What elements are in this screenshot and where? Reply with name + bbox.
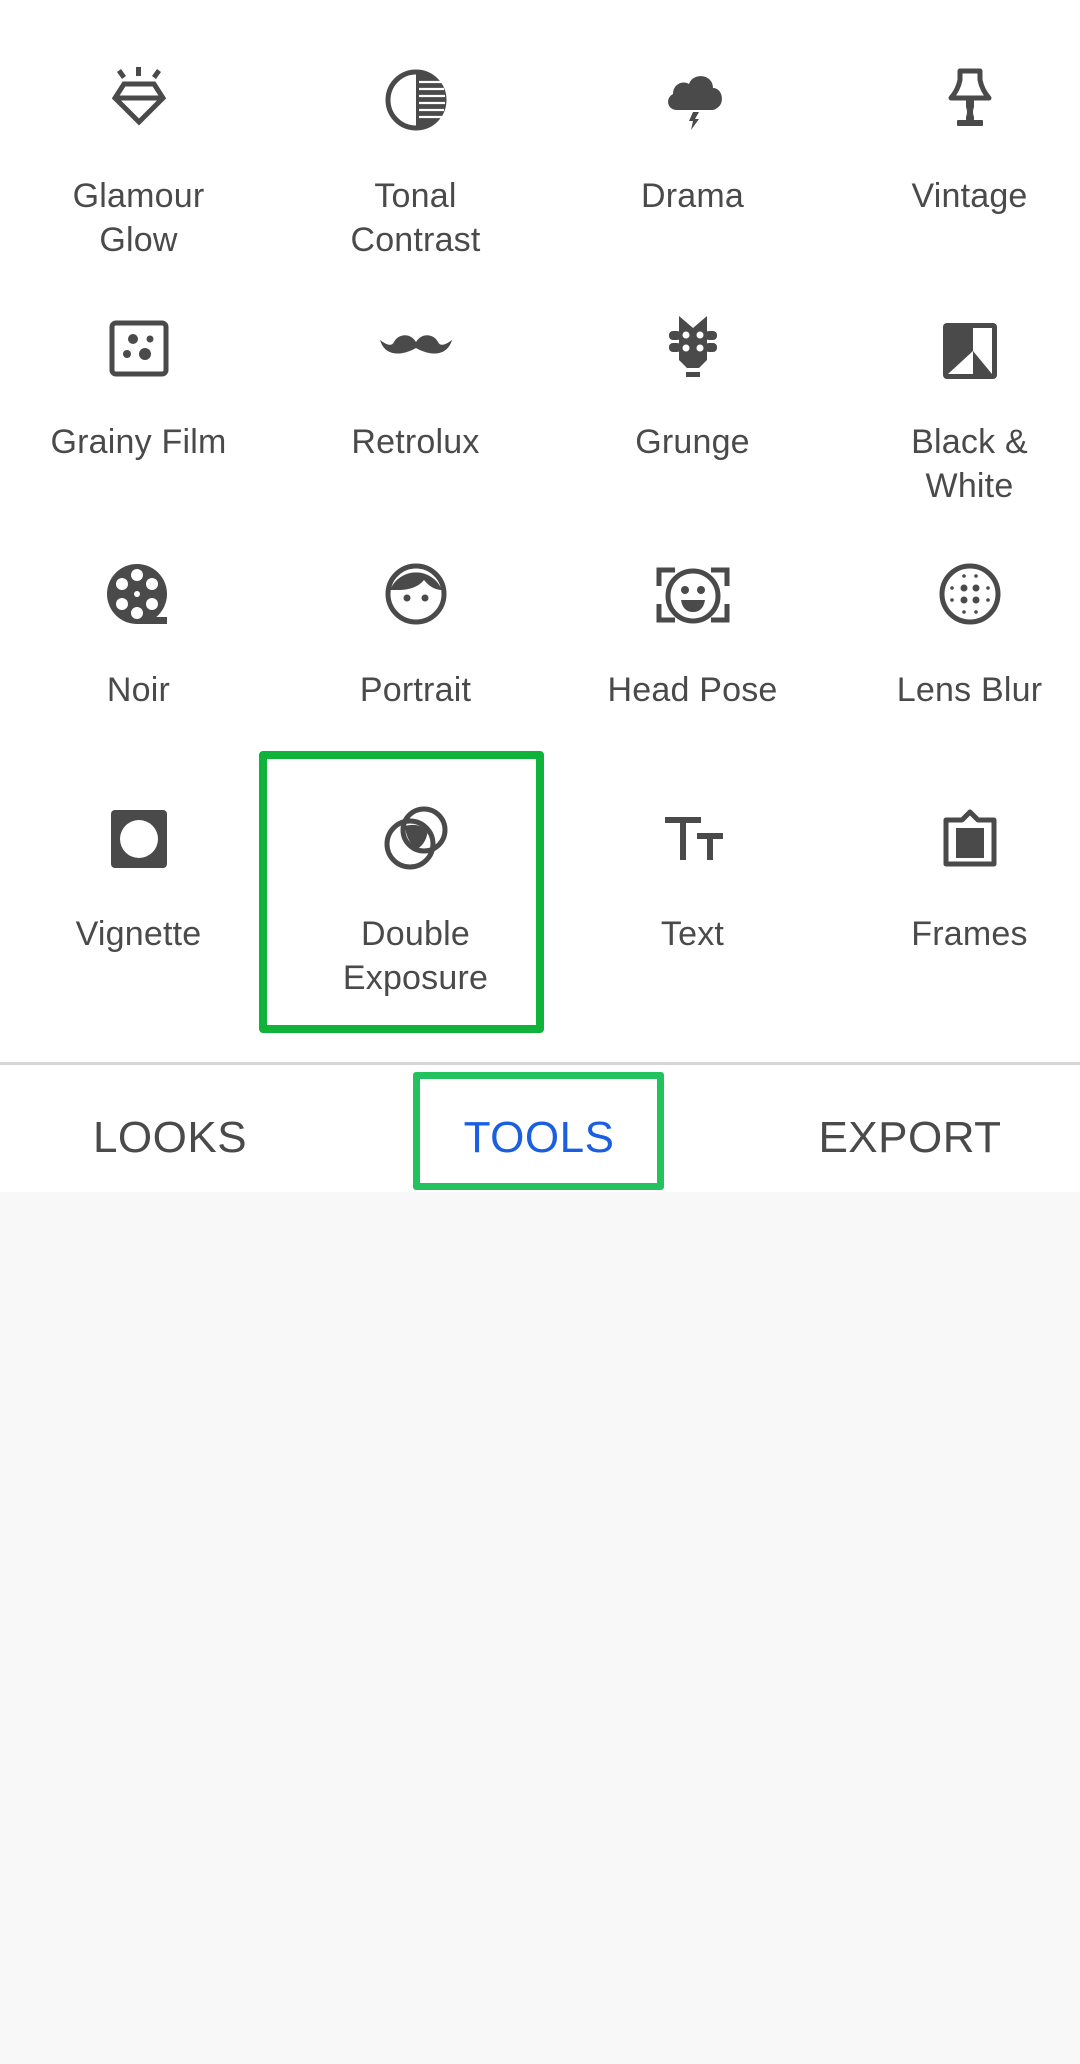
frame-icon [930, 798, 1010, 878]
lamp-icon [930, 60, 1010, 140]
tool-portrait[interactable]: Portrait [277, 540, 554, 750]
tool-text[interactable]: Text [554, 790, 831, 1030]
tool-noir[interactable]: Noir [0, 540, 277, 750]
diamond-sparkle-icon [99, 60, 179, 140]
black-white-icon [930, 310, 1010, 390]
tab-looks[interactable]: LOOKS [40, 1065, 300, 1192]
face-frame-icon [653, 554, 733, 634]
tool-retrolux[interactable]: Retrolux [277, 290, 554, 500]
bottom-tab-bar: LOOKS TOOLS EXPORT [0, 1065, 1080, 1192]
film-reel-icon [99, 554, 179, 634]
tool-label: Portrait [359, 671, 472, 709]
text-icon [653, 798, 733, 878]
mustache-icon [376, 310, 456, 390]
tool-label: Grunge [635, 423, 750, 461]
tool-head-pose[interactable]: Head Pose [554, 540, 831, 750]
vignette-icon [99, 798, 179, 878]
tool-label: Noir [106, 671, 171, 709]
tool-label: Glamour Glow [72, 177, 205, 259]
tool-label: Vintage [911, 177, 1028, 215]
empty-content-area [0, 1192, 1080, 2064]
tool-glamour-glow[interactable]: Glamour Glow [0, 40, 277, 259]
tool-label: Vignette [75, 915, 202, 953]
tool-label: Retrolux [351, 423, 480, 461]
tool-label: Lens Blur [896, 671, 1043, 709]
double-exposure-icon [376, 798, 456, 878]
face-icon [376, 554, 456, 634]
tool-label: Grainy Film [50, 423, 227, 461]
tool-grunge[interactable]: Grunge [554, 290, 831, 500]
storm-cloud-icon [653, 60, 733, 140]
guitar-head-icon [653, 310, 733, 390]
tool-label: Frames [911, 915, 1028, 953]
tool-black-white[interactable]: Black & White [831, 290, 1080, 505]
tool-drama[interactable]: Drama [554, 40, 831, 250]
tool-lens-blur[interactable]: Lens Blur [831, 540, 1080, 750]
grain-icon [99, 310, 179, 390]
tool-double-exposure[interactable]: Double Exposure [277, 790, 554, 1030]
tool-label: Tonal Contrast [350, 177, 481, 259]
tool-vignette[interactable]: Vignette [0, 790, 277, 1030]
tool-vintage[interactable]: Vintage [831, 40, 1080, 250]
tool-label: Double Exposure [342, 915, 489, 997]
tool-tonal-contrast[interactable]: Tonal Contrast [277, 40, 554, 259]
lens-blur-icon [930, 554, 1010, 634]
tab-tools[interactable]: TOOLS [414, 1065, 664, 1192]
tools-panel: Glamour Glow Tonal Contrast Drama Vintag… [0, 0, 1080, 1192]
tab-export[interactable]: EXPORT [780, 1065, 1040, 1192]
tool-grainy-film[interactable]: Grainy Film [0, 290, 277, 500]
tool-label: Head Pose [607, 671, 778, 709]
tool-label: Black & White [911, 423, 1028, 505]
tool-label: Drama [640, 177, 745, 215]
tool-label: Text [660, 915, 725, 953]
tool-frames[interactable]: Frames [831, 790, 1080, 1030]
tonal-contrast-icon [376, 60, 456, 140]
